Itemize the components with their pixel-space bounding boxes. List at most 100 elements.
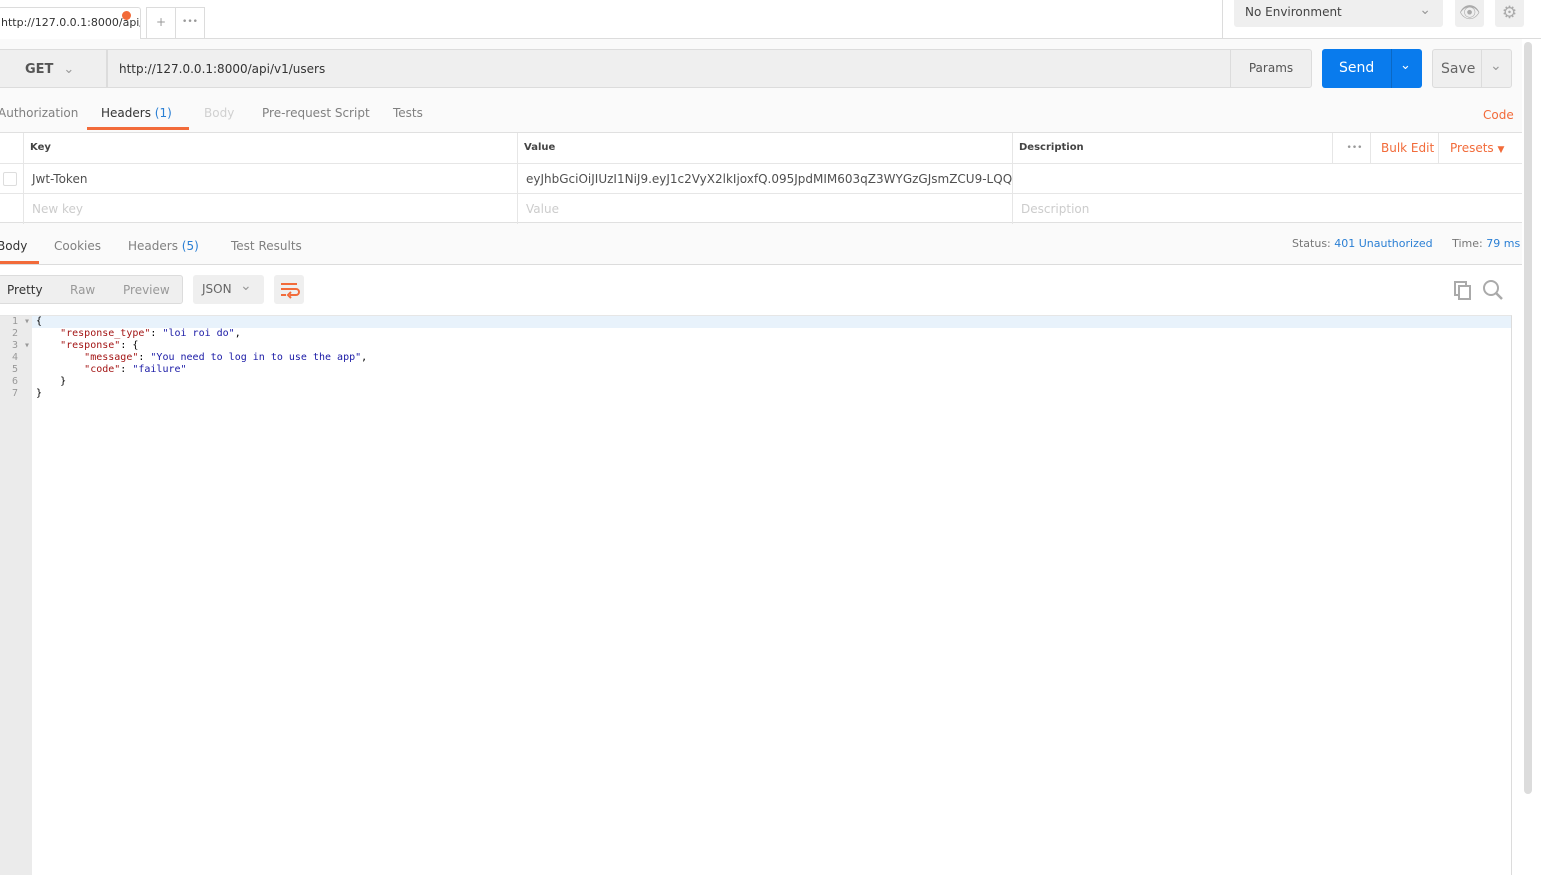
search-icon[interactable] xyxy=(1482,279,1504,301)
json-punct: { xyxy=(36,316,43,327)
format-select[interactable]: JSON ⌄ xyxy=(193,275,264,304)
format-label: JSON xyxy=(202,282,232,296)
json-key: "message" xyxy=(84,352,139,363)
response-tabs-bar: Body Cookies Headers (5) Test Results St… xyxy=(0,225,1522,265)
line-number: 6 xyxy=(12,376,19,387)
time-label: Time: xyxy=(1452,237,1483,250)
line-number: 7 xyxy=(12,388,19,399)
tab-headers[interactable]: Headers (1) xyxy=(101,106,172,120)
response-status: Status: 401 Unauthorized Time: 79 ms xyxy=(1292,237,1520,250)
json-punct: } xyxy=(36,376,67,387)
header-value-input[interactable]: eyJhbGciOiJIUzI1NiJ9.eyJ1c2VyX2lkIjoxfQ.… xyxy=(517,164,1012,193)
column-description: Description xyxy=(1012,133,1332,163)
tab-bar: http://127.0.0.1:8000/api/v1/users + •••… xyxy=(0,0,1541,39)
method-select[interactable]: GET ⌄ xyxy=(0,49,107,88)
json-punct: } xyxy=(36,388,43,399)
json-punct xyxy=(36,364,84,375)
tab-headers-label: Headers xyxy=(101,106,151,120)
response-headers-count: (5) xyxy=(181,239,199,253)
tab-more-button[interactable]: ••• xyxy=(175,7,205,38)
environment-select[interactable]: No Environment ⌄ xyxy=(1234,0,1443,27)
tab-cookies[interactable]: Cookies xyxy=(54,239,101,253)
send-button[interactable]: Send ⌄ xyxy=(1322,49,1422,88)
raw-button[interactable]: Raw xyxy=(70,283,95,297)
status-value: 401 Unauthorized xyxy=(1334,237,1433,250)
json-string: "loi roi do" xyxy=(162,328,235,339)
table-header-row: Key Value Description ••• Bulk Edit Pres… xyxy=(0,133,1522,164)
tab-response-body[interactable]: Body xyxy=(0,239,27,253)
active-tab-underline xyxy=(0,261,39,264)
active-tab-underline xyxy=(87,127,189,130)
presets-label: Presets xyxy=(1450,141,1494,155)
json-punct: , xyxy=(234,328,241,339)
code-line: } xyxy=(36,376,66,388)
gear-icon[interactable]: ⚙ xyxy=(1495,0,1524,27)
json-punct xyxy=(36,352,84,363)
headers-count: (1) xyxy=(154,106,172,120)
pretty-button[interactable]: Pretty xyxy=(7,283,43,297)
divider xyxy=(1222,0,1223,39)
tab-response-headers[interactable]: Headers (5) xyxy=(128,239,199,253)
tab-tests[interactable]: Tests xyxy=(393,106,423,120)
new-key-input[interactable]: New key xyxy=(23,194,517,224)
code-line: "response_type": "loi roi do", xyxy=(36,328,241,340)
tab-body[interactable]: Body xyxy=(204,106,234,120)
header-description-input[interactable] xyxy=(1012,164,1522,193)
header-key-input[interactable]: Jwt-Token xyxy=(23,164,517,193)
headers-table: Key Value Description ••• Bulk Edit Pres… xyxy=(0,132,1522,224)
tab-test-results[interactable]: Test Results xyxy=(231,239,302,253)
preview-button[interactable]: Preview xyxy=(123,283,170,297)
presets-button[interactable]: Presets ▼ xyxy=(1438,133,1522,163)
line-number: 3 ▾ xyxy=(12,340,31,351)
json-string: "failure" xyxy=(132,364,187,375)
tab-authorization[interactable]: Authorization xyxy=(0,106,78,120)
response-body-editor[interactable]: 1 ▾{2 "response_type": "loi roi do", 3 ▾ … xyxy=(0,315,1512,875)
json-key: "code" xyxy=(84,364,121,375)
new-value-input[interactable]: Value xyxy=(517,194,1012,224)
save-button[interactable]: Save ⌄ xyxy=(1432,49,1512,88)
line-number: 5 xyxy=(12,364,19,375)
send-dropdown-chevron-icon[interactable]: ⌄ xyxy=(1400,58,1411,73)
more-options-button[interactable]: ••• xyxy=(1332,133,1370,163)
request-tab-label: http://127.0.0.1:8000/api/v1/users xyxy=(1,16,140,29)
wrap-lines-button[interactable] xyxy=(274,275,304,304)
json-punct: : xyxy=(150,328,163,339)
json-punct xyxy=(36,328,60,339)
new-description-input[interactable]: Description xyxy=(1012,194,1522,224)
table-row: Jwt-Token eyJhbGciOiJIUzI1NiJ9.eyJ1c2VyX… xyxy=(0,164,1522,194)
json-punct: : xyxy=(120,364,133,375)
tab-pre-request-script[interactable]: Pre-request Script xyxy=(262,106,370,120)
code-line: "code": "failure" xyxy=(36,364,187,376)
code-line: } xyxy=(36,388,42,400)
eye-icon[interactable]: 👁 xyxy=(1455,0,1484,27)
scrollbar[interactable] xyxy=(1524,42,1532,794)
unsaved-dot-icon xyxy=(122,11,131,20)
copy-icon[interactable] xyxy=(1453,280,1473,300)
row-checkbox[interactable] xyxy=(3,172,17,186)
url-input[interactable]: http://127.0.0.1:8000/api/v1/users xyxy=(107,49,1231,88)
code-link[interactable]: Code xyxy=(1483,108,1514,122)
json-key: "response" xyxy=(60,340,121,351)
json-key: "response_type" xyxy=(60,328,151,339)
environment-label: No Environment xyxy=(1245,5,1342,19)
json-punct: : { xyxy=(120,340,139,351)
save-dropdown-chevron-icon[interactable]: ⌄ xyxy=(1490,58,1502,74)
request-tab[interactable]: http://127.0.0.1:8000/api/v1/users xyxy=(0,7,141,39)
json-punct: , xyxy=(361,352,368,363)
tab-response-headers-label: Headers xyxy=(128,239,178,253)
chevron-down-icon: ⌄ xyxy=(63,62,75,77)
column-key: Key xyxy=(23,133,517,163)
method-label: GET xyxy=(25,62,54,77)
line-number: 1 ▾ xyxy=(12,316,31,327)
bulk-edit-button[interactable]: Bulk Edit xyxy=(1370,133,1438,163)
column-value: Value xyxy=(517,133,1012,163)
send-label: Send xyxy=(1339,60,1375,76)
params-button[interactable]: Params xyxy=(1230,49,1312,88)
code-line: { xyxy=(36,316,42,328)
chevron-down-icon: ⌄ xyxy=(1419,2,1431,18)
new-tab-button[interactable]: + xyxy=(146,7,176,38)
status-label: Status: xyxy=(1292,237,1331,250)
save-label: Save xyxy=(1441,61,1476,77)
chevron-down-icon: ⌄ xyxy=(240,278,252,294)
divider xyxy=(1481,50,1482,87)
